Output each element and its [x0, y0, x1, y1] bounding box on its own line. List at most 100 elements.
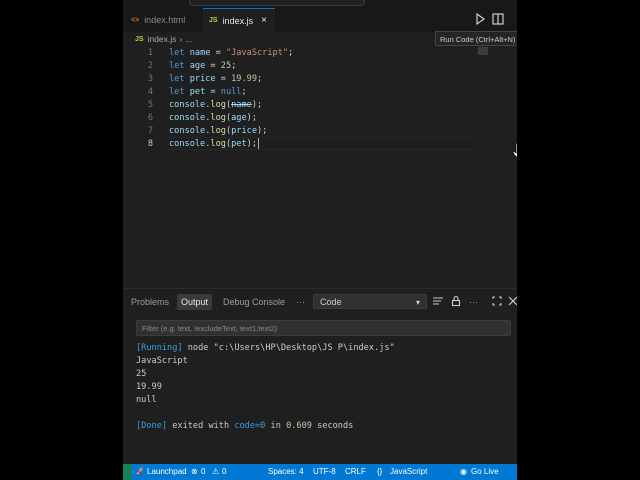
indentation[interactable]: Spaces: 4: [268, 464, 304, 480]
code-token: pet: [231, 139, 247, 149]
error-count[interactable]: 0: [201, 464, 205, 480]
launchpad-icon: 🚀: [136, 468, 145, 475]
filter-lines-icon[interactable]: [432, 295, 444, 307]
output-token: 19.99: [136, 382, 162, 392]
code-line[interactable]: 8 console.log(pet);: [123, 138, 517, 151]
html-file-icon: <>: [131, 16, 140, 24]
code-editor[interactable]: 1 let name = "JavaScript"; 2 let age = 25; 3…: [123, 46, 517, 286]
code-text: let age = 25;: [169, 60, 236, 73]
output-filter-input[interactable]: Filter (e.g. text, !excludeText, text1,t…: [136, 320, 511, 336]
close-panel-icon[interactable]: [507, 295, 517, 307]
tab-index-js[interactable]: JS index.js ×: [203, 8, 275, 32]
code-text: console.log(age);: [169, 112, 257, 125]
title-bar: [123, 0, 517, 8]
output-token: in: [265, 421, 287, 431]
warning-icon: ⚠: [212, 467, 220, 476]
output-line: 19.99: [136, 381, 162, 394]
code-token: let: [169, 87, 185, 97]
panel-tab-bar: Problems Output Debug Console ··· Code ▾…: [123, 289, 517, 315]
output-channel-value: Code: [320, 297, 342, 307]
code-token: let: [169, 74, 185, 84]
code-token: console: [169, 100, 206, 110]
breadcrumb-separator: ›: [179, 34, 183, 44]
code-text: console.log(price);: [169, 125, 267, 138]
more-actions-icon[interactable]: ···: [469, 294, 478, 310]
code-text: let price = 19.99;: [169, 73, 262, 86]
more-tabs-icon[interactable]: ···: [296, 294, 305, 310]
output-token: JavaScript: [136, 356, 188, 366]
go-live[interactable]: Go Live: [471, 464, 499, 480]
line-number: 6: [147, 113, 153, 123]
code-line[interactable]: 6 console.log(age);: [123, 112, 517, 125]
output-token: node "c:\Users\HP\Desktop\JS P\index.js": [182, 343, 395, 353]
line-number: 5: [147, 100, 153, 110]
code-line[interactable]: 3 let price = 19.99;: [123, 73, 517, 86]
line-number: 3: [147, 74, 153, 84]
maximize-panel-icon[interactable]: [491, 295, 503, 307]
command-center[interactable]: [189, 0, 365, 6]
chevron-down-icon: ▾: [415, 298, 420, 307]
output-line: [Done] exited with code=0 in 0.609 secon…: [136, 420, 353, 433]
code-token: age: [231, 113, 247, 123]
line-number: 2: [147, 61, 153, 71]
js-file-icon: JS: [135, 35, 144, 43]
code-token: =: [205, 87, 221, 97]
output-channel-select[interactable]: Code ▾: [313, 294, 427, 309]
line-number: 8: [147, 139, 153, 149]
code-text: let name = "JavaScript";: [169, 47, 293, 60]
lock-icon[interactable]: [450, 295, 462, 307]
braces-icon: {}: [377, 467, 383, 476]
code-token: age: [189, 61, 206, 71]
output-line: JavaScript: [136, 355, 188, 368]
tab-index-html[interactable]: <> index.html: [127, 8, 203, 32]
breadcrumb-file[interactable]: index.js: [148, 34, 177, 44]
code-token: log: [210, 139, 226, 149]
tab-problems[interactable]: Problems: [131, 294, 169, 310]
remote-indicator[interactable]: [123, 464, 132, 480]
language-mode[interactable]: JavaScript: [390, 464, 427, 480]
line-number: 1: [147, 48, 153, 58]
code-token: console: [169, 126, 206, 136]
code-text: let pet = null;: [169, 86, 247, 99]
code-token: =: [205, 61, 221, 71]
output-line: null: [136, 394, 157, 407]
code-token: name: [231, 100, 252, 110]
run-code-icon[interactable]: [473, 12, 487, 26]
code-token: );: [251, 100, 263, 110]
split-editor-icon[interactable]: [491, 12, 505, 26]
tab-label: index.js: [222, 15, 254, 26]
code-text: console.log(name);: [169, 99, 262, 112]
code-line[interactable]: 7 console.log(price);: [123, 125, 517, 138]
code-line[interactable]: 5 console.log(name);: [123, 99, 517, 112]
code-line[interactable]: 2 let age = 25;: [123, 60, 517, 73]
code-line[interactable]: 1 let name = "JavaScript";: [123, 47, 517, 60]
code-token: log: [210, 126, 226, 136]
code-token: pet: [189, 87, 206, 97]
code-token: let: [169, 61, 185, 71]
breadcrumb-symbol[interactable]: ...: [185, 34, 192, 44]
code-token: ;: [231, 61, 237, 71]
code-token: );: [246, 139, 258, 149]
code-token: =: [210, 48, 226, 58]
code-token: 19.99: [231, 74, 257, 84]
code-token: ;: [257, 74, 263, 84]
output-line: [Running] node "c:\Users\HP\Desktop\JS P…: [136, 342, 395, 355]
code-token: log: [210, 113, 226, 123]
code-text: console.log(pet);: [169, 138, 257, 151]
breadcrumb: JS index.js › ...: [135, 32, 192, 46]
close-icon[interactable]: ×: [261, 15, 267, 26]
tab-output[interactable]: Output: [177, 294, 213, 310]
status-bar: 🚀 Launchpad ⊗ 0 ⚠ 0 Spaces: 4 UTF-8 CRLF…: [123, 464, 517, 480]
warning-count[interactable]: 0: [222, 464, 226, 480]
encoding[interactable]: UTF-8: [313, 464, 336, 480]
code-token: 25: [220, 61, 232, 71]
run-code-tooltip: Run Code (Ctrl+Alt+N): [435, 31, 517, 46]
output-token: 0.609: [286, 421, 312, 431]
code-line[interactable]: 4 let pet = null;: [123, 86, 517, 99]
tab-label: index.html: [144, 15, 186, 25]
output-token: seconds: [311, 421, 354, 431]
launchpad-label[interactable]: Launchpad: [147, 464, 187, 480]
code-token: ;: [288, 48, 294, 58]
tab-debug-console[interactable]: Debug Console: [223, 294, 285, 310]
line-ending[interactable]: CRLF: [345, 464, 366, 480]
